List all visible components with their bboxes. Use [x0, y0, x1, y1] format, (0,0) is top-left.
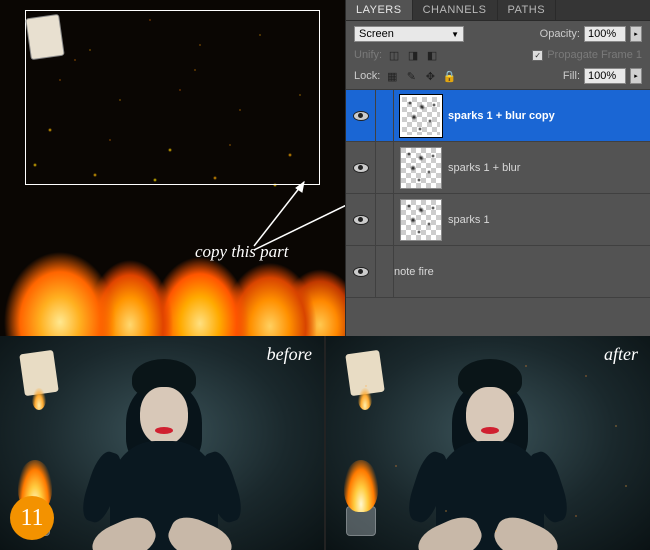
- blend-mode-select[interactable]: Screen ▼: [354, 26, 464, 42]
- layers-panel: LAYERS CHANNELS PATHS Screen ▼ Opacity: …: [345, 0, 650, 336]
- eye-icon: [353, 215, 369, 225]
- link-column[interactable]: [376, 246, 394, 297]
- layers-list: sparks 1 + blur copy sparks 1 + blur spa…: [346, 90, 650, 336]
- before-image: before 11: [0, 336, 324, 550]
- fill-label: Fill:: [563, 70, 580, 82]
- layer-row[interactable]: note fire: [346, 246, 650, 298]
- eye-icon: [353, 163, 369, 173]
- opacity-spinner[interactable]: ▸: [630, 26, 642, 42]
- chevron-down-icon: ▼: [451, 30, 459, 39]
- lock-all-icon[interactable]: 🔒: [441, 68, 457, 84]
- lock-pixels-icon[interactable]: ✎: [403, 68, 419, 84]
- fill-input[interactable]: 100%: [584, 68, 626, 84]
- step-badge: 11: [10, 496, 54, 540]
- visibility-toggle[interactable]: [346, 194, 376, 245]
- layer-name[interactable]: note fire: [394, 266, 650, 278]
- layer-row[interactable]: sparks 1: [346, 194, 650, 246]
- unify-position-icon[interactable]: ◫: [386, 47, 402, 63]
- link-column[interactable]: [376, 194, 394, 245]
- tab-layers[interactable]: LAYERS: [346, 0, 413, 20]
- tab-paths[interactable]: PATHS: [498, 0, 557, 20]
- propagate-checkbox[interactable]: ✓: [532, 50, 543, 61]
- unify-style-icon[interactable]: ◧: [424, 47, 440, 63]
- after-label: after: [604, 344, 638, 365]
- layer-name[interactable]: sparks 1 + blur: [448, 162, 650, 174]
- comparison-strip: before 11 after: [0, 336, 650, 550]
- annotation-text: copy this part: [195, 242, 289, 262]
- note-flame: [32, 388, 46, 410]
- lock-position-icon[interactable]: ✥: [422, 68, 438, 84]
- unify-visibility-icon[interactable]: ◨: [405, 47, 421, 63]
- marquee-selection[interactable]: [25, 10, 320, 185]
- layer-thumbnail[interactable]: [400, 95, 442, 137]
- fill-spinner[interactable]: ▸: [630, 68, 642, 84]
- visibility-toggle[interactable]: [346, 90, 376, 141]
- panel-tabs: LAYERS CHANNELS PATHS: [346, 0, 650, 21]
- opacity-input[interactable]: 100%: [584, 26, 626, 42]
- after-image: after: [326, 336, 650, 550]
- lock-label: Lock:: [354, 70, 380, 82]
- layer-thumbnail[interactable]: [400, 199, 442, 241]
- before-label: before: [267, 344, 312, 365]
- link-column[interactable]: [376, 90, 394, 141]
- visibility-toggle[interactable]: [346, 142, 376, 193]
- propagate-label: Propagate Frame 1: [547, 49, 642, 61]
- unify-label: Unify:: [354, 49, 382, 61]
- lock-transparency-icon[interactable]: ▦: [384, 68, 400, 84]
- layer-row[interactable]: sparks 1 + blur: [346, 142, 650, 194]
- layer-row[interactable]: sparks 1 + blur copy: [346, 90, 650, 142]
- tab-channels[interactable]: CHANNELS: [413, 0, 498, 20]
- visibility-toggle[interactable]: [346, 246, 376, 297]
- opacity-label: Opacity:: [540, 28, 580, 40]
- eye-icon: [353, 267, 369, 277]
- blend-mode-value: Screen: [359, 28, 394, 40]
- link-column[interactable]: [376, 142, 394, 193]
- layer-name[interactable]: sparks 1 + blur copy: [448, 110, 650, 122]
- figure: [62, 355, 262, 550]
- layer-name[interactable]: sparks 1: [448, 214, 650, 226]
- eye-icon: [353, 111, 369, 121]
- sparks-overlay: [326, 336, 650, 550]
- layer-thumbnail[interactable]: [400, 147, 442, 189]
